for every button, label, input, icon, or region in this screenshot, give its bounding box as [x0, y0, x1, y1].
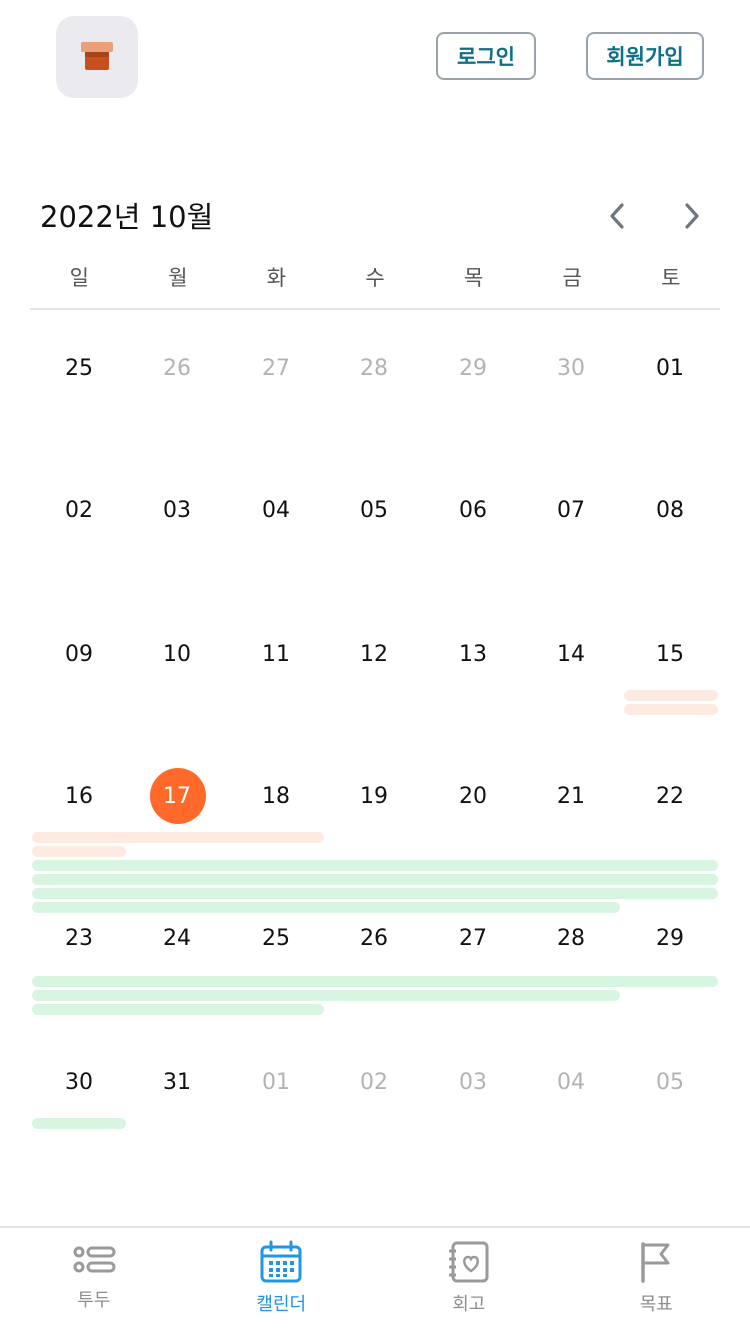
day-cell[interactable]: 06	[424, 482, 522, 538]
day-cell[interactable]: 01	[621, 340, 719, 396]
tab-calendar[interactable]: 캘린더	[188, 1228, 376, 1334]
flag-icon	[641, 1242, 670, 1283]
next-month-button[interactable]	[672, 196, 712, 236]
day-cell-other-month[interactable]: 29	[424, 340, 522, 396]
day-cell[interactable]: 07	[522, 482, 620, 538]
app-logo[interactable]	[56, 16, 138, 98]
tab-todo[interactable]: 투두	[0, 1228, 188, 1334]
day-cell[interactable]: 15	[621, 626, 719, 682]
day-cell-other-month[interactable]: 04	[522, 1054, 620, 1110]
day-cell-other-month[interactable]: 28	[325, 340, 423, 396]
day-cell[interactable]: 24	[128, 910, 226, 966]
day-cell[interactable]: 14	[522, 626, 620, 682]
weekday-label: 금	[562, 266, 582, 290]
event-bar[interactable]	[32, 832, 324, 843]
tab-retrospective[interactable]: 회고	[375, 1228, 563, 1334]
calendar-icon	[260, 1240, 302, 1283]
day-cell-other-month[interactable]: 02	[325, 1054, 423, 1110]
day-cell[interactable]: 28	[522, 910, 620, 966]
event-bar[interactable]	[32, 1004, 324, 1015]
weekday-label: 토	[661, 266, 681, 290]
day-cell[interactable]: 25	[30, 340, 128, 396]
event-bar[interactable]	[624, 690, 718, 701]
day-cell[interactable]: 20	[424, 768, 522, 824]
day-cell-other-month[interactable]: 03	[424, 1054, 522, 1110]
day-cell[interactable]: 26	[325, 910, 423, 966]
day-cell[interactable]: 09	[30, 626, 128, 682]
day-cell-other-month[interactable]: 26	[128, 340, 226, 396]
weekday-divider	[30, 308, 720, 310]
day-cell-other-month[interactable]: 01	[227, 1054, 325, 1110]
event-bar[interactable]	[32, 846, 126, 857]
day-cell[interactable]: 05	[325, 482, 423, 538]
event-bar[interactable]	[32, 902, 620, 913]
tab-label: 투두	[77, 1290, 111, 1311]
day-cell[interactable]: 27	[424, 910, 522, 966]
prev-month-button[interactable]	[597, 196, 637, 236]
login-button[interactable]: 로그인	[436, 32, 536, 80]
weekday-header: 일 월 화 수 목 금 토	[30, 262, 720, 298]
day-cell[interactable]: 31	[128, 1054, 226, 1110]
day-cell[interactable]: 04	[227, 482, 325, 538]
event-bar[interactable]	[32, 888, 718, 899]
event-bar[interactable]	[32, 990, 620, 1001]
list-icon	[73, 1246, 116, 1273]
box-icon	[81, 42, 113, 70]
day-cell[interactable]: 16	[30, 768, 128, 824]
day-cell[interactable]: 18	[227, 768, 325, 824]
day-cell[interactable]: 11	[227, 626, 325, 682]
chevron-left-icon	[610, 203, 624, 229]
day-cell[interactable]: 29	[621, 910, 719, 966]
weekday-label: 수	[365, 266, 385, 290]
day-cell-other-month[interactable]: 27	[227, 340, 325, 396]
day-cell[interactable]: 10	[128, 626, 226, 682]
event-bar[interactable]	[32, 874, 718, 885]
tab-label: 캘린더	[256, 1294, 307, 1315]
journal-heart-icon	[448, 1241, 489, 1283]
day-cell[interactable]: 12	[325, 626, 423, 682]
day-cell[interactable]: 25	[227, 910, 325, 966]
day-cell[interactable]: 22	[621, 768, 719, 824]
day-cell[interactable]: 21	[522, 768, 620, 824]
tab-label: 회고	[452, 1294, 486, 1315]
weekday-label: 화	[266, 266, 287, 290]
event-bar[interactable]	[32, 1118, 126, 1129]
event-bar[interactable]	[624, 704, 718, 715]
day-cell-other-month[interactable]: 30	[522, 340, 620, 396]
day-cell[interactable]: 23	[30, 910, 128, 966]
day-cell[interactable]: 03	[128, 482, 226, 538]
signup-button[interactable]: 회원가입	[586, 32, 704, 80]
event-bar[interactable]	[32, 860, 718, 871]
day-cell-other-month[interactable]: 05	[621, 1054, 719, 1110]
day-cell[interactable]: 19	[325, 768, 423, 824]
weekday-label: 목	[463, 266, 484, 290]
day-cell[interactable]: 02	[30, 482, 128, 538]
weekday-label: 일	[69, 266, 89, 290]
weekday-label: 월	[168, 266, 188, 290]
bottom-tab-bar: 투두 캘린더 회고 목표	[0, 1226, 750, 1334]
day-cell[interactable]: 13	[424, 626, 522, 682]
day-cell[interactable]: 08	[621, 482, 719, 538]
tab-goal[interactable]: 목표	[563, 1228, 750, 1334]
tab-label: 목표	[639, 1294, 673, 1315]
day-cell-today[interactable]: 17	[128, 768, 226, 824]
chevron-right-icon	[685, 203, 699, 229]
event-bar[interactable]	[32, 976, 718, 987]
month-title: 2022년 10월	[40, 200, 214, 234]
day-cell[interactable]: 30	[30, 1054, 128, 1110]
